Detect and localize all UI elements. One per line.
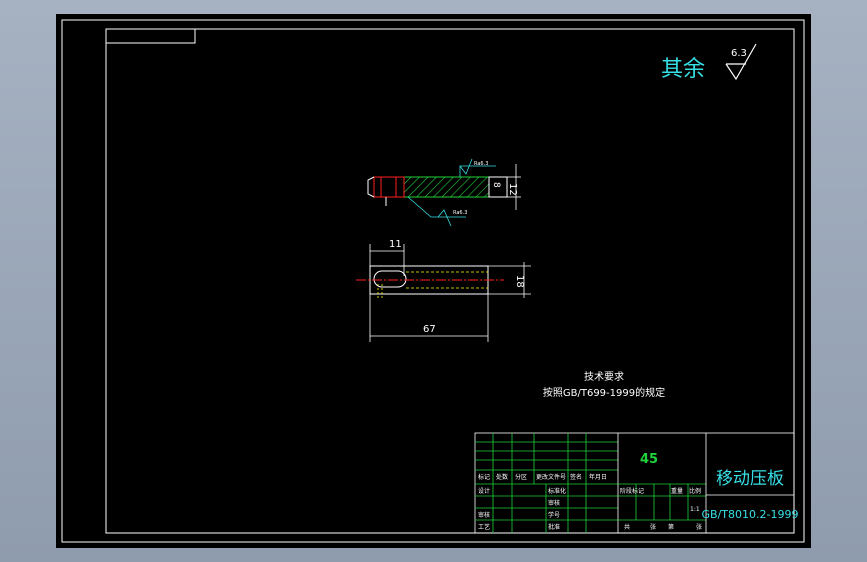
section-slot: [373, 176, 405, 198]
dim-height-top: 18: [514, 275, 525, 288]
inner-frame: [105, 28, 795, 534]
tb-mid-0: 标准化: [548, 487, 566, 495]
tb-mid-2: 学号: [548, 511, 560, 519]
slot-outline: [373, 270, 407, 288]
tb-part-name: 移动压板: [716, 469, 784, 489]
tb-mid-3: 批准: [548, 523, 560, 531]
tb-header-3: 更改文件号: [536, 473, 566, 481]
drawing-sheet: 其余 6.3 12 8 Ra6.3 Ra6.3 11 18 67 技术要求 按照…: [56, 14, 811, 548]
tb-header-2: 分区: [515, 473, 527, 481]
section-view: 12 8 Ra6.3 Ra6.3: [367, 158, 521, 227]
dim-width-small: 11: [389, 239, 402, 250]
tb-stage-1: 重量: [671, 487, 683, 495]
front-view: 11 18 67: [356, 239, 531, 342]
tb-sheet-1: 张: [650, 523, 656, 531]
requirements-line: 按照GB/T699-1999的规定: [543, 386, 665, 399]
tb-scale: 1:1: [690, 506, 700, 513]
tb-standard: GB/T8010.2-1999: [702, 508, 799, 521]
surface-note-label: 其余: [661, 57, 705, 82]
dim-thickness: 8: [491, 182, 501, 188]
tb-sheet-3: 张: [696, 523, 702, 531]
surface-note-value: 6.3: [731, 48, 747, 59]
section-hatch: [403, 176, 490, 198]
roughness-mark-b: Ra6.3: [453, 210, 467, 216]
tb-header-5: 年月日: [589, 473, 607, 481]
dim-height-side: 12: [507, 183, 518, 196]
tb-stage-0: 阶段标记: [620, 487, 644, 495]
tb-row-2: 工艺: [478, 523, 490, 531]
outer-frame: [61, 19, 805, 543]
tb-material: 45: [640, 452, 658, 467]
tb-sheet-2: 第: [668, 523, 674, 531]
tb-row-1: 审核: [478, 511, 490, 519]
tb-header-4: 签名: [570, 473, 582, 481]
tb-header-0: 标记: [478, 473, 490, 481]
drawing-number-box: [105, 28, 196, 44]
roughness-mark-a: Ra6.3: [474, 161, 488, 167]
tb-stage-2: 比例: [689, 487, 701, 495]
dim-length: 67: [423, 324, 436, 335]
tb-mid-1: 审核: [548, 499, 560, 507]
requirements-heading: 技术要求: [584, 370, 624, 383]
tb-row-0: 设计: [478, 487, 490, 495]
tb-sheet-0: 共: [624, 523, 630, 531]
cad-drawing: 其余 6.3 12 8 Ra6.3 Ra6.3 11 18 67 技术要求 按照…: [61, 19, 805, 543]
tb-header-1: 处数: [496, 473, 508, 481]
